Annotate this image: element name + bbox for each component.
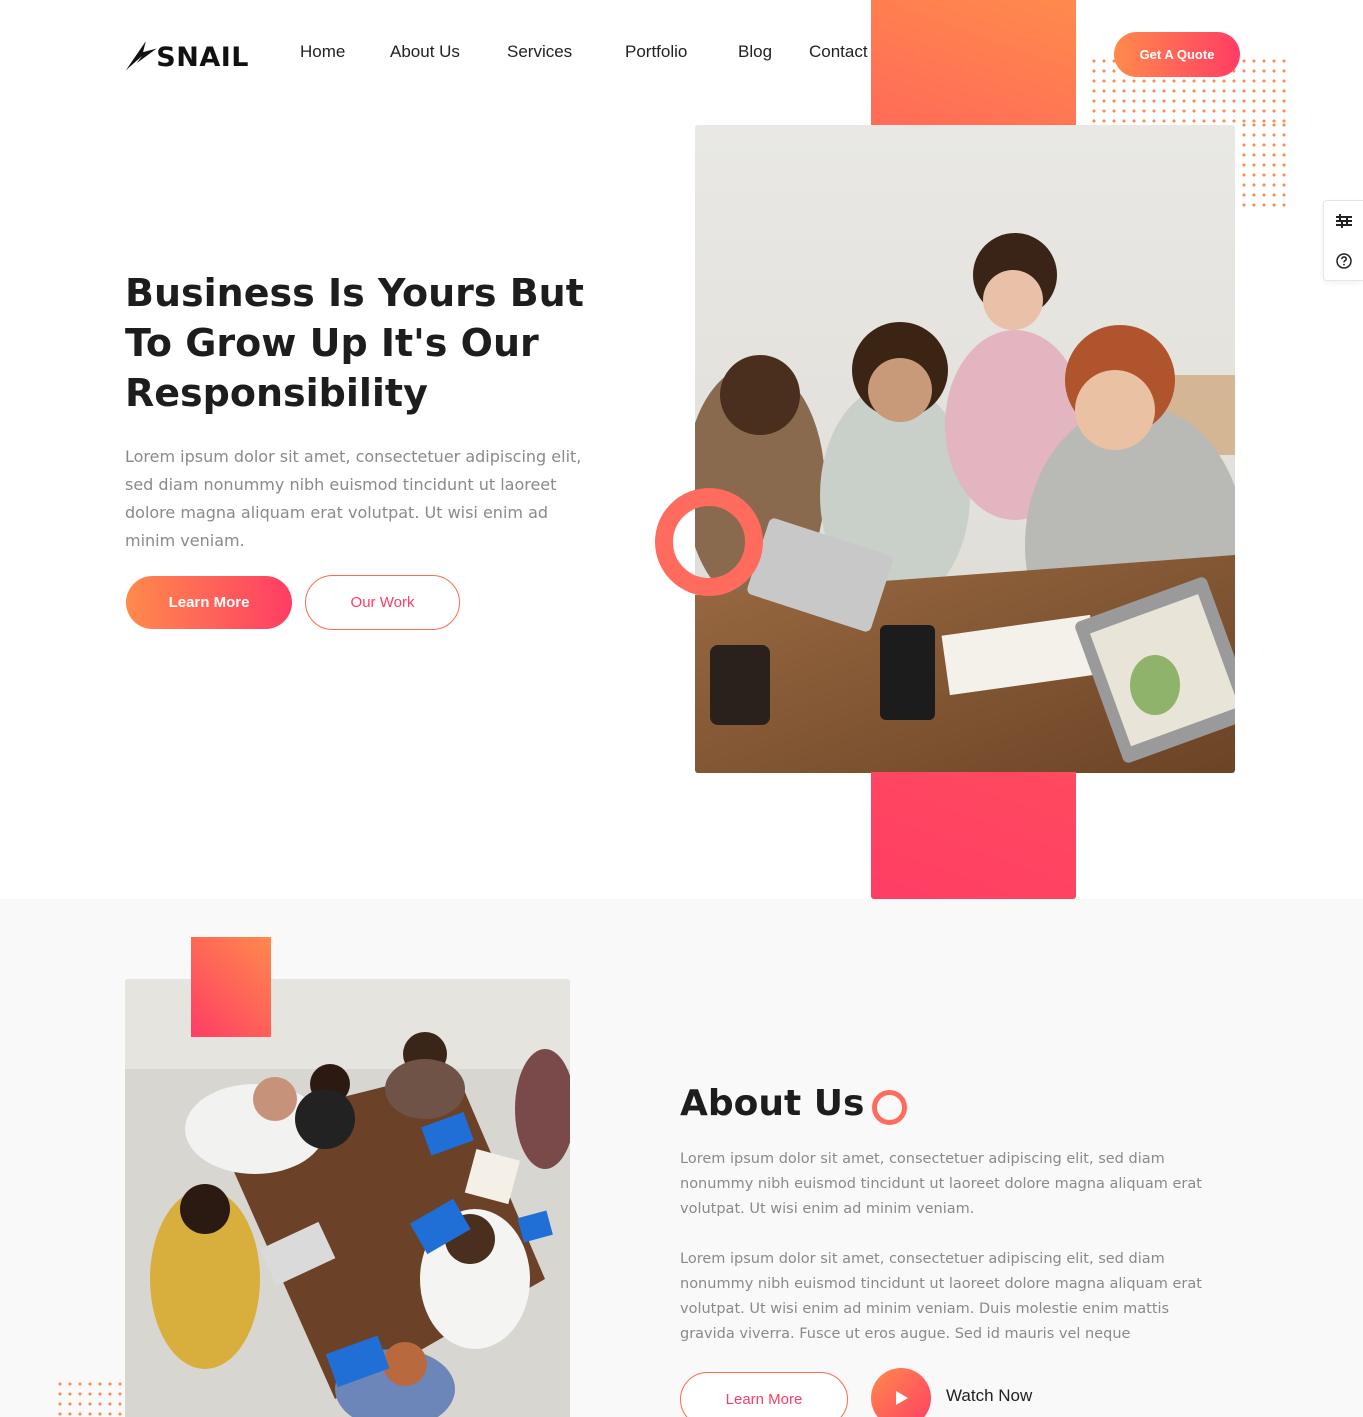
dot-pattern-right <box>1239 120 1289 213</box>
about-learn-more-button[interactable]: Learn More <box>680 1372 848 1417</box>
sliders-icon[interactable] <box>1324 201 1363 241</box>
decorative-ring <box>655 488 763 596</box>
hero-team-photo <box>695 125 1235 773</box>
about-team-photo <box>125 979 570 1417</box>
learn-more-button[interactable]: Learn More <box>126 576 292 629</box>
help-icon[interactable] <box>1324 241 1363 281</box>
get-quote-button[interactable]: Get A Quote <box>1114 32 1240 77</box>
about-title: About Us <box>680 1083 865 1124</box>
nav-item-home[interactable]: Home <box>300 42 345 62</box>
nav-item-portfolio[interactable]: Portfolio <box>625 42 687 62</box>
hero-accent-bar-top <box>871 0 1076 125</box>
about-title-ring <box>872 1090 907 1125</box>
watch-now-label[interactable]: Watch Now <box>946 1386 1032 1406</box>
brand-logo[interactable]: SNAIL <box>124 33 249 75</box>
nav-item-services[interactable]: Services <box>507 42 572 62</box>
brand-name: SNAIL <box>156 41 249 73</box>
hero-title: Business Is Yours But To Grow Up It's Ou… <box>125 271 584 415</box>
hero-accent-bar-bottom <box>871 772 1076 899</box>
nav-item-contact[interactable]: Contact <box>809 42 868 62</box>
nav-item-blog[interactable]: Blog <box>738 42 772 62</box>
snail-logo-icon <box>125 41 157 71</box>
hero-description: Lorem ipsum dolor sit amet, consectetuer… <box>125 447 582 550</box>
play-icon <box>896 1391 908 1405</box>
side-toolbar <box>1323 200 1363 281</box>
our-work-button[interactable]: Our Work <box>305 575 460 630</box>
nav-item-about-us[interactable]: About Us <box>390 42 460 62</box>
about-accent-rect <box>191 937 271 1037</box>
about-paragraph-1: Lorem ipsum dolor sit amet, consectetuer… <box>680 1151 1202 1217</box>
about-paragraph-2: Lorem ipsum dolor sit amet, consectetuer… <box>680 1251 1202 1342</box>
dot-pattern-about <box>55 1379 123 1417</box>
